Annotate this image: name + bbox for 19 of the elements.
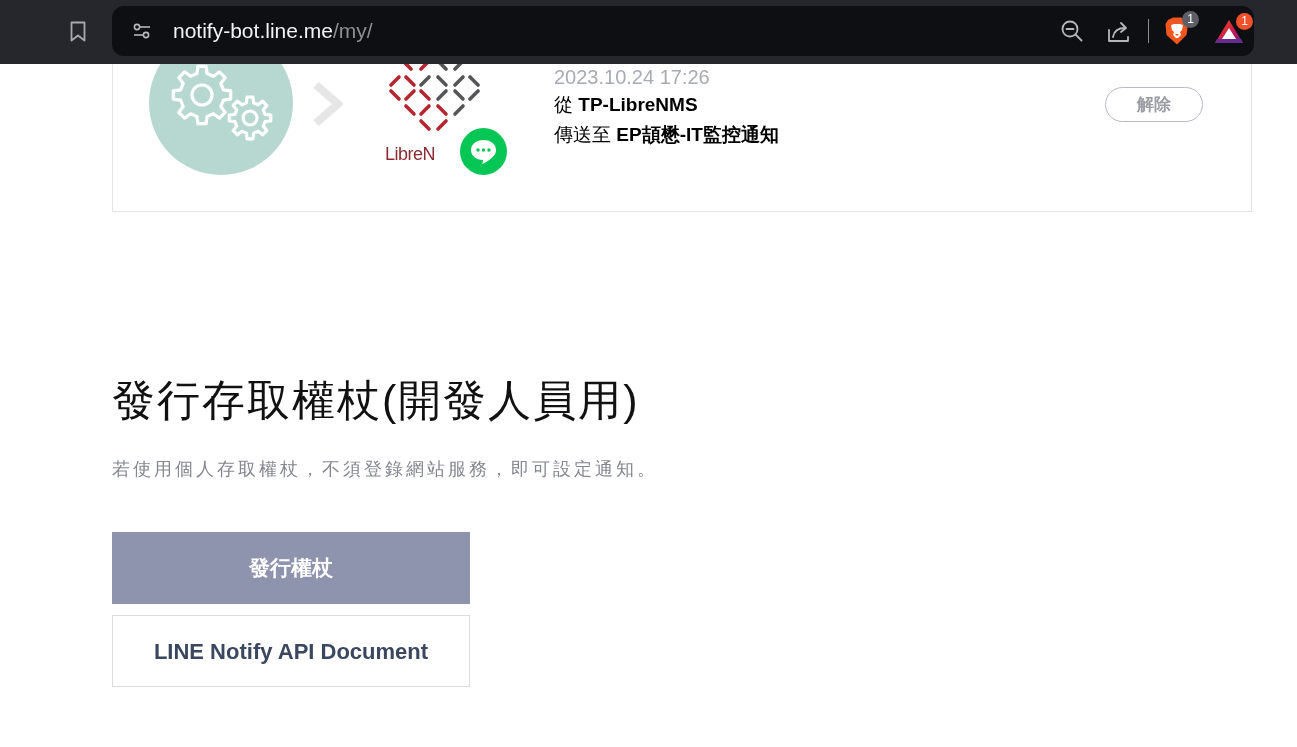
lion-shield-icon[interactable] — [1165, 17, 1189, 45]
badge-count: 1 — [1236, 12, 1253, 30]
destination-text: 傳送至 EP頡懋-IT監控通知 — [554, 123, 780, 147]
share-icon[interactable] — [1108, 20, 1130, 42]
badge-count: 1 — [1182, 11, 1199, 28]
source-text: 從 TP-LibreNMS — [554, 93, 699, 117]
zoom-out-icon[interactable] — [1061, 20, 1083, 42]
section-heading: 發行存取權杖(開發人員用) — [112, 375, 641, 425]
gears-icon — [149, 64, 293, 175]
address-bar[interactable]: notify-bot.line.me/my/ 1 1 — [112, 6, 1254, 56]
bookmark-icon[interactable] — [70, 20, 86, 42]
chevron-icon — [313, 82, 343, 126]
date-text: 2023.10.24 17:26 — [554, 65, 711, 90]
logo-text: LibreN — [385, 143, 436, 165]
chat-bubble-icon — [460, 128, 507, 175]
section-description: 若使用個人存取權杖，不須登錄網站服務，即可設定通知。 — [112, 458, 659, 481]
url-text: notify-bot.line.me/my/ — [173, 18, 373, 45]
tune-icon[interactable] — [133, 23, 151, 39]
api-document-button[interactable]: LINE Notify API Document — [112, 615, 470, 687]
